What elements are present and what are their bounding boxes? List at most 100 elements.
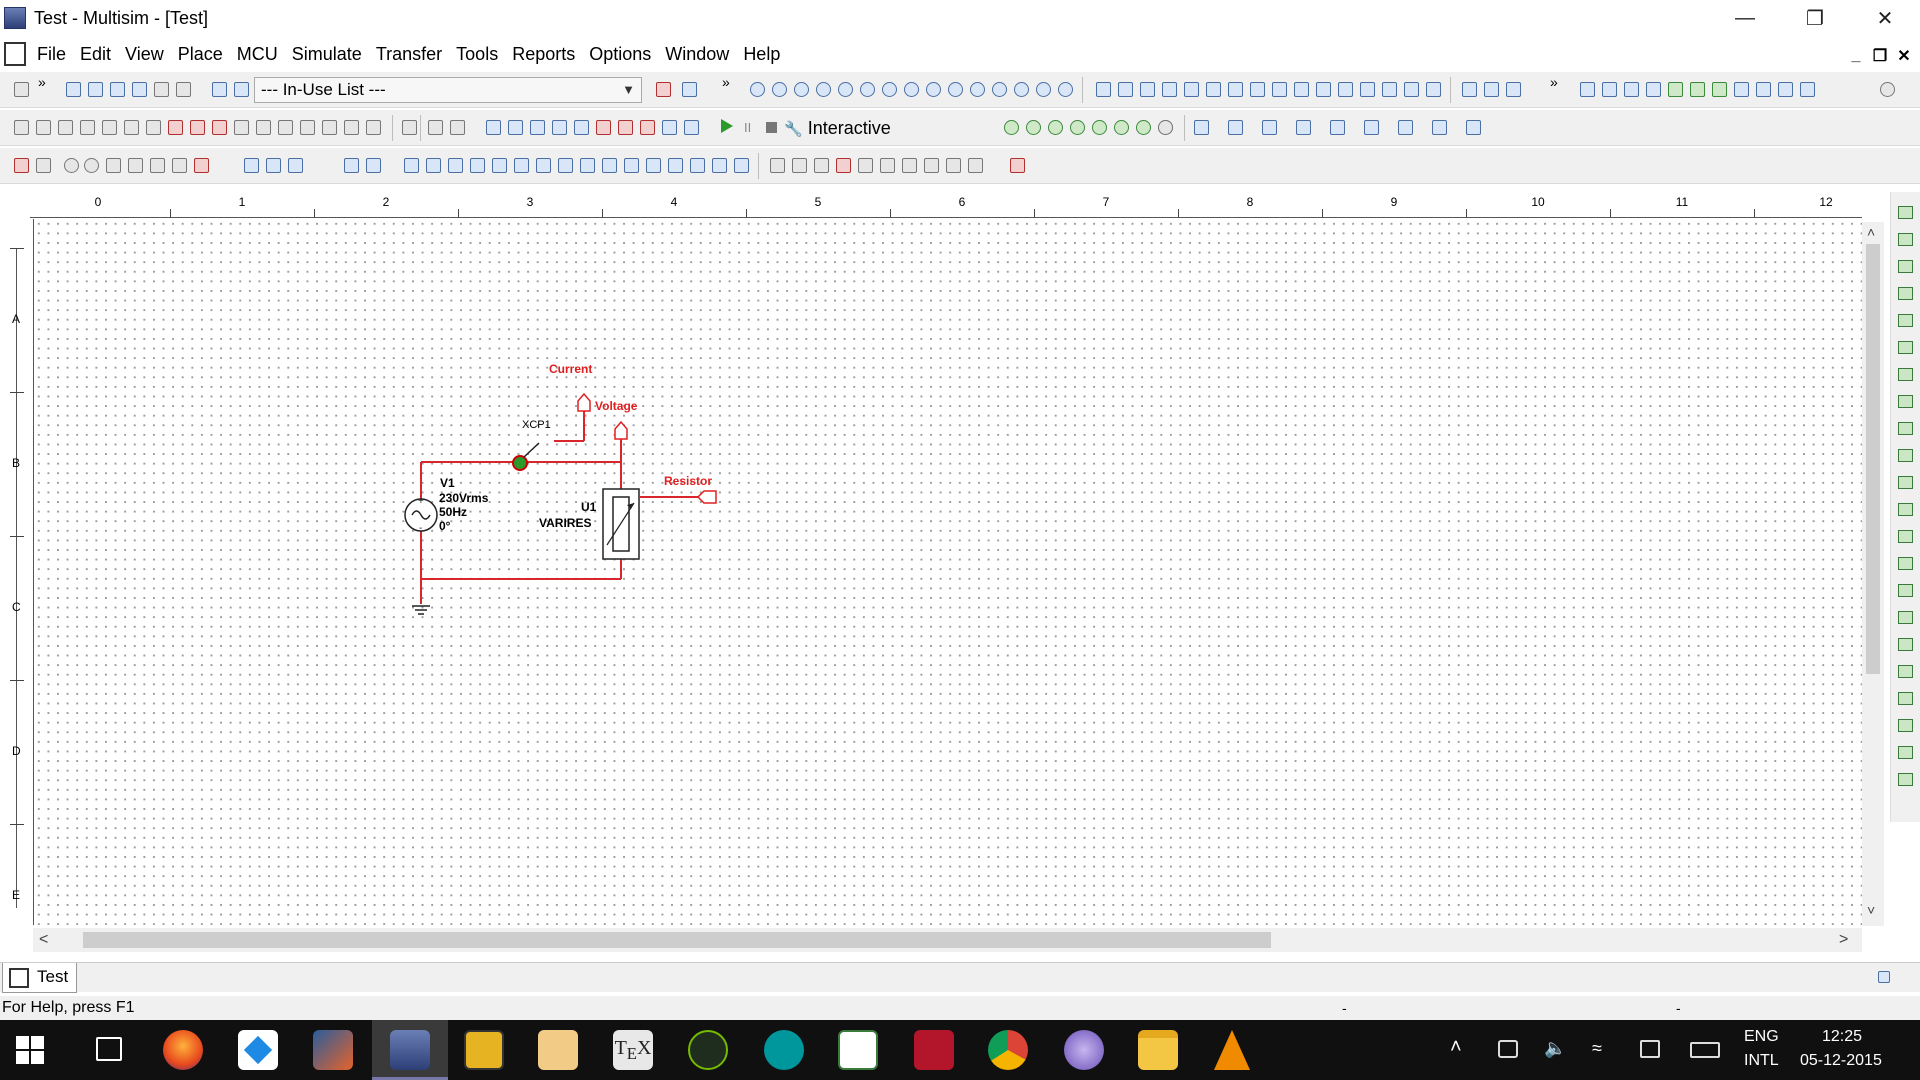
schematic-canvas[interactable]: + - Current Voltage Resistor XCP1 V1 230… [33,219,1862,925]
ladder-tool-icon-13[interactable] [668,158,683,173]
instrument-icon[interactable] [1898,287,1913,300]
component-ttl-icon[interactable] [860,82,875,97]
scroll-up-icon[interactable]: ˄ [1867,224,1875,240]
place-graphic-icon[interactable] [234,120,249,135]
ladder-icon-2[interactable] [508,120,523,135]
place-ladder-icon[interactable] [168,120,183,135]
place-mcu-icon[interactable] [256,120,271,135]
place-bus-icon[interactable] [58,120,73,135]
ladder-tool-icon-10[interactable] [602,158,617,173]
archive-icon[interactable] [538,1030,578,1070]
place-label-icon[interactable] [366,120,381,135]
view-dropdown-icon-2[interactable] [1228,120,1243,135]
mcu-icon-5[interactable] [858,158,873,173]
component-electromech-icon[interactable] [1058,82,1073,97]
spreadsheet-icon[interactable] [88,82,103,97]
overflow-icon-2[interactable]: » [722,74,730,90]
windows-start-icon[interactable] [16,1036,44,1064]
instrument-icon[interactable] [1898,341,1913,354]
view-dropdown-icon-3[interactable] [1262,120,1277,135]
dropbox-icon[interactable] [238,1030,278,1070]
bus-icon-6[interactable] [1690,82,1705,97]
ladder-tool-icon-11[interactable] [624,158,639,173]
instrument-icon[interactable] [1898,692,1913,705]
sigma-icon[interactable] [36,158,51,173]
instrument-icon[interactable] [1898,368,1913,381]
mendeley-icon[interactable] [914,1030,954,1070]
instrument-icon[interactable] [1898,206,1913,219]
minimize-button[interactable]: — [1710,0,1780,36]
place-probe-icon[interactable] [278,120,293,135]
resistor-probe-flag[interactable] [696,490,717,504]
ladder-tool-icon-15[interactable] [712,158,727,173]
ladder-icon-6[interactable] [596,120,611,135]
instrument-icon[interactable] [1898,773,1913,786]
line-icon[interactable] [150,158,165,173]
component-rf-icon[interactable] [1036,82,1051,97]
firefox-icon[interactable] [163,1030,203,1070]
stop-simulation-icon[interactable] [766,122,777,133]
ladder-icon-7[interactable] [618,120,633,135]
ladder-tool-icon-8[interactable] [558,158,573,173]
instrument-icon[interactable] [1898,395,1913,408]
place-text-icon[interactable] [212,120,227,135]
clipboard-icon[interactable] [402,120,417,135]
place-hier-block-icon[interactable] [102,120,117,135]
mcu-icon-7[interactable] [902,158,917,173]
view-dropdown-icon-8[interactable] [1432,120,1447,135]
ladder-tool-icon-14[interactable] [690,158,705,173]
bus-icon-10[interactable] [1778,82,1793,97]
view-dropdown-icon-5[interactable] [1330,120,1345,135]
vertical-scrollbar[interactable]: ˄ ˅ [1862,222,1884,926]
design-toolbox-icon[interactable] [66,82,81,97]
analysis-icon-7[interactable] [1136,120,1151,135]
clock-date[interactable]: 05-12-2015 [1800,1052,1882,1070]
instrument-icon[interactable] [1898,746,1913,759]
step-icon[interactable] [450,120,465,135]
menu-mcu[interactable]: MCU [230,38,285,70]
instrument-icon[interactable] [1898,611,1913,624]
mcu-icon-1[interactable] [770,158,785,173]
instrument-logic-analyzer-icon[interactable] [1272,82,1287,97]
app-icon[interactable] [1064,1030,1104,1070]
ellipse-icon[interactable] [84,158,99,173]
align-icon-1[interactable] [244,158,259,173]
align-icon-3[interactable] [288,158,303,173]
analysis-icon-5[interactable] [1092,120,1107,135]
place-connector-icon[interactable] [80,120,95,135]
text-tool-icon[interactable] [172,158,187,173]
net-icon[interactable] [428,120,443,135]
mcu-icon-3[interactable] [814,158,829,173]
chrome-icon[interactable] [988,1030,1028,1070]
ground-symbol[interactable] [412,605,430,615]
ladder-icon-5[interactable] [574,120,589,135]
instrument-spectrum-icon[interactable] [1360,82,1375,97]
restore-button[interactable]: ❐ [1780,0,1850,36]
analysis-icon-2[interactable] [1026,120,1041,135]
view-dropdown-icon-6[interactable] [1364,120,1379,135]
analysis-icon-3[interactable] [1048,120,1063,135]
instrument-agilent-icon[interactable] [1404,82,1419,97]
instrument-icon[interactable] [1898,422,1913,435]
place-subcircuit-icon[interactable] [124,120,139,135]
grapher-icon[interactable] [132,82,147,97]
probe-power-icon[interactable] [1506,82,1521,97]
mdi-restore-button[interactable]: ❐ [1870,46,1890,66]
component-diode-icon[interactable] [794,82,809,97]
current-probe-flag[interactable] [577,392,591,412]
media-icon[interactable] [464,1030,504,1070]
tex-icon[interactable]: TEX [613,1030,653,1070]
component-basic-icon[interactable] [772,82,787,97]
menu-view[interactable]: View [118,38,171,70]
instrument-icon[interactable] [1898,557,1913,570]
place-pin-icon[interactable] [344,120,359,135]
instrument-icon[interactable] [1898,584,1913,597]
ladder-icon-8[interactable] [640,120,655,135]
nvidia-icon[interactable] [688,1030,728,1070]
instrument-icon[interactable] [1898,233,1913,246]
zoom-icon[interactable] [1880,82,1895,97]
component-wizard-icon[interactable] [176,82,191,97]
view-dropdown-icon-7[interactable] [1398,120,1413,135]
arduino-icon[interactable] [764,1030,804,1070]
ladder-tool-icon-6[interactable] [514,158,529,173]
